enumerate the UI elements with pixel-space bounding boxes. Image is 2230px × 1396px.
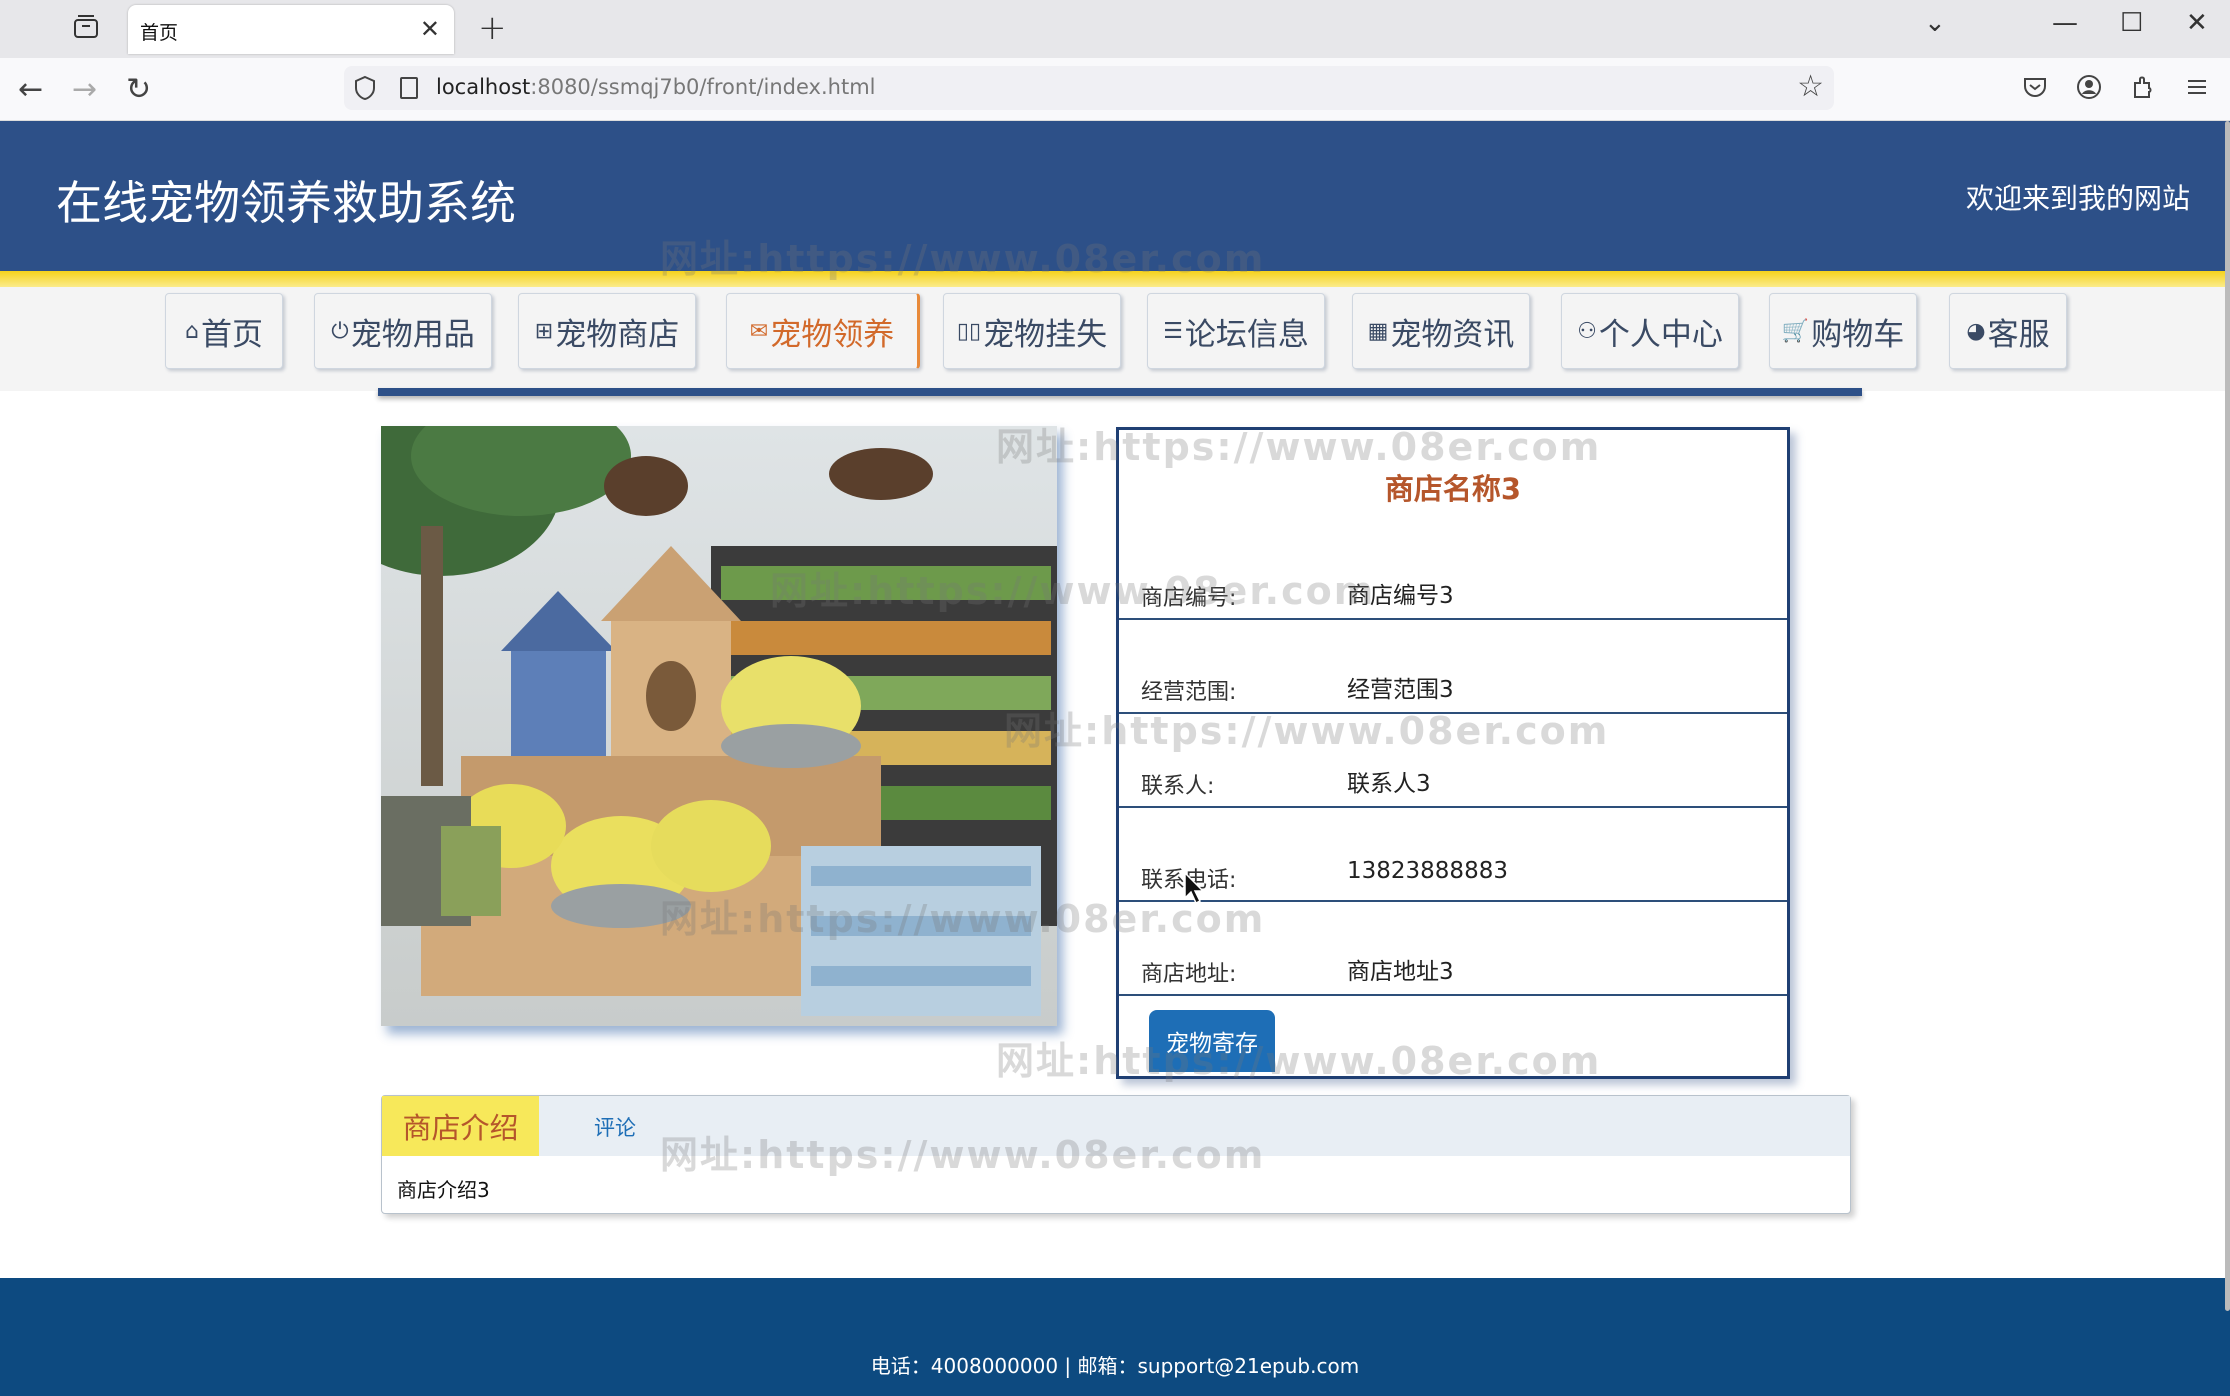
shield-icon[interactable] — [354, 75, 376, 101]
info-value: 13823888883 — [1347, 858, 1508, 884]
back-icon[interactable]: ← — [18, 72, 43, 107]
watermark: 网址:https://www.08er.com — [996, 425, 1602, 469]
site-title: 在线宠物领养救助系统 — [56, 176, 516, 230]
info-value: 商店地址3 — [1347, 959, 1454, 985]
page-icon — [400, 77, 418, 99]
close-window-icon[interactable]: ✕ — [2186, 8, 2208, 38]
menu-underline — [378, 388, 1862, 396]
mail-icon: ✉ — [749, 318, 769, 344]
address-bar[interactable]: localhost:8080/ssmqj7b0/front/index.html… — [344, 66, 1834, 110]
cart-icon: 🛒 — [1781, 318, 1810, 344]
menu-item-cart[interactable]: 🛒 购物车 — [1769, 293, 1917, 369]
menu-item-forum[interactable]: ☰ 论坛信息 — [1147, 293, 1325, 369]
watermark: 网址:https://www.08er.com — [660, 1133, 1266, 1177]
browser-tab-title: 首页 — [140, 22, 179, 44]
tab-overflow-chevron-icon[interactable]: ⌄ — [1924, 8, 1946, 38]
pocket-icon[interactable] — [2022, 74, 2048, 100]
menu-item-home[interactable]: ⌂ 首页 — [165, 293, 283, 369]
browser-tab-bar: 首页 ✕ + ⌄ — ☐ ✕ — [0, 0, 2230, 58]
gift-icon: ⊞ — [534, 318, 554, 344]
welcome-text: 欢迎来到我的网站 — [1965, 182, 2190, 215]
sliders-icon: ☰ — [1163, 318, 1183, 344]
columns-icon: ▯▯ — [956, 318, 982, 344]
shop-intro-text: 商店介绍3 — [397, 1178, 490, 1202]
menu-item-pet-news[interactable]: ▦ 宠物资讯 — [1352, 293, 1530, 369]
menu-item-customer-service[interactable]: ◕ 客服 — [1949, 293, 2067, 369]
account-icon[interactable] — [2076, 74, 2102, 100]
home-icon: ⌂ — [185, 318, 199, 344]
tab-shop-intro[interactable]: 商店介绍 — [382, 1096, 539, 1156]
reload-icon[interactable]: ↻ — [126, 72, 151, 107]
extensions-icon[interactable] — [2130, 74, 2156, 100]
close-tab-icon[interactable]: ✕ — [420, 15, 440, 43]
forward-icon[interactable]: → — [72, 72, 97, 107]
power-icon: ⏻ — [331, 318, 349, 344]
minimize-icon[interactable]: — — [2052, 8, 2078, 38]
watermark: 网址:https://www.08er.com — [1004, 709, 1610, 753]
menu-icon[interactable] — [2184, 74, 2210, 100]
browser-nav-bar: ← → ↻ localhost:8080/ssmqj7b0/front/inde… — [0, 58, 2230, 121]
info-value: 联系人3 — [1347, 771, 1431, 797]
info-value: 经营范围3 — [1347, 677, 1454, 703]
user-icon: ⚇ — [1577, 318, 1597, 344]
main-menu: ⌂ 首页 ⏻ 宠物用品 ⊞ 宠物商店 ✉ 宠物领养 ▯▯ 宠物挂失 ☰ 论坛信息 ▦ 宠物资讯… — [0, 287, 2230, 391]
tab-comments[interactable]: 评论 — [594, 1112, 636, 1142]
page-scrollbar[interactable] — [2225, 121, 2230, 1311]
tab-list-icon[interactable] — [72, 14, 100, 40]
watermark: 网址:https://www.08er.com — [770, 569, 1376, 613]
menu-item-personal-center[interactable]: ⚇ 个人中心 — [1561, 293, 1739, 369]
maximize-icon[interactable]: ☐ — [2120, 8, 2143, 38]
url-text[interactable]: localhost:8080/ssmqj7b0/front/index.html — [436, 75, 875, 99]
info-label: 联系人: — [1141, 774, 1215, 799]
watermark: 网址:https://www.08er.com — [660, 237, 1266, 281]
menu-item-pet-shop[interactable]: ⊞ 宠物商店 — [518, 293, 696, 369]
chat-icon: ◕ — [1966, 318, 1986, 344]
menu-item-pet-adoption[interactable]: ✉ 宠物领养 — [726, 293, 920, 369]
menu-item-pet-lost[interactable]: ▯▯ 宠物挂失 — [943, 293, 1121, 369]
bookmark-star-icon[interactable]: ☆ — [1797, 69, 1824, 104]
grid-icon: ▦ — [1367, 318, 1389, 344]
menu-item-pet-supplies[interactable]: ⏻ 宠物用品 — [314, 293, 492, 369]
mouse-cursor-icon — [1184, 872, 1205, 905]
watermark: 网址:https://www.08er.com — [660, 897, 1266, 941]
site-footer: 电话：4008000000 | 邮箱：support@21epub.com — [0, 1278, 2230, 1396]
new-tab-icon[interactable]: + — [478, 8, 507, 48]
shop-name: 商店名称3 — [1384, 472, 1522, 506]
footer-contact: 电话：4008000000 | 邮箱：support@21epub.com — [870, 1354, 1360, 1378]
watermark: 网址:https://www.08er.com — [996, 1039, 1602, 1083]
info-label: 商店地址: — [1141, 962, 1237, 987]
browser-tab[interactable]: 首页 ✕ — [128, 5, 454, 54]
